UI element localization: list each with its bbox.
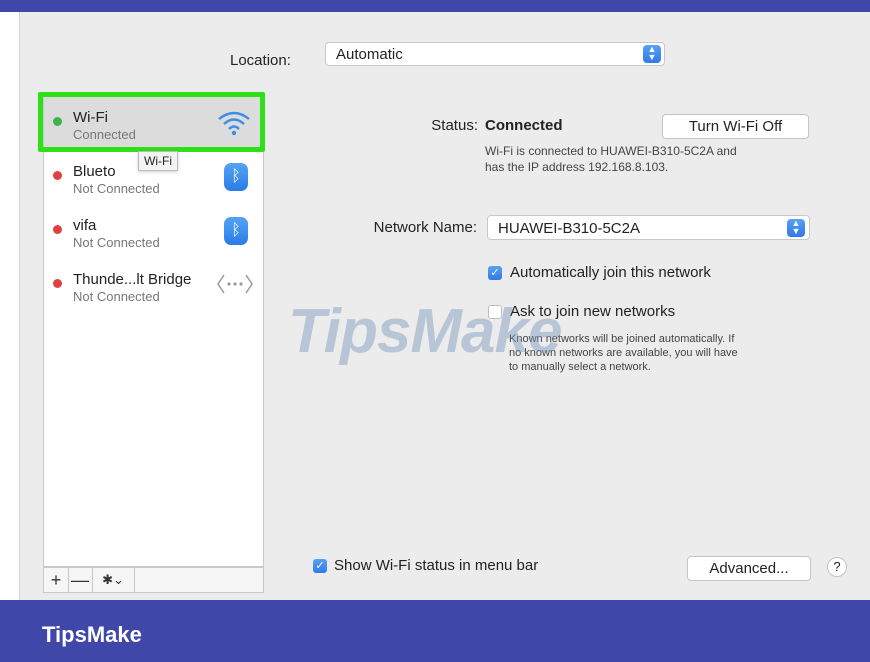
bluetooth-icon: ᛒ bbox=[224, 163, 248, 191]
status-label: Status: bbox=[431, 117, 478, 134]
status-dot-red bbox=[53, 171, 62, 180]
bluetooth-icon: ᛒ bbox=[224, 217, 248, 245]
service-state: Not Connected bbox=[73, 235, 160, 250]
watermark: TipsMake bbox=[288, 297, 562, 366]
network-stepper-icon: ▲ ▼ bbox=[787, 219, 805, 237]
show-status-label: Show Wi-Fi status in menu bar bbox=[334, 557, 539, 574]
wifi-tooltip: Wi-Fi bbox=[138, 151, 178, 171]
status-value: Connected bbox=[485, 117, 563, 134]
remove-service-button[interactable]: — bbox=[68, 568, 93, 592]
service-list-toolbar: + — ✱⌄ bbox=[43, 567, 264, 593]
footer-brand-text: TipsMake bbox=[42, 622, 142, 647]
network-name-label: Network Name: bbox=[373, 219, 477, 236]
network-name-value: HUAWEI-B310-5C2A bbox=[498, 220, 640, 237]
service-name: Blueto bbox=[73, 163, 116, 180]
auto-join-label: Automatically join this network bbox=[510, 264, 711, 281]
show-status-checkbox[interactable]: ✓ bbox=[313, 559, 327, 573]
status-description-line: Wi-Fi is connected to HUAWEI-B310-5C2A a… bbox=[485, 144, 737, 158]
gear-menu-button[interactable]: ✱⌄ bbox=[92, 568, 135, 592]
location-label: Location: bbox=[230, 52, 291, 69]
wifi-selection-highlight bbox=[38, 92, 265, 152]
auto-join-checkbox[interactable]: ✓ bbox=[488, 266, 502, 280]
help-button[interactable]: ? bbox=[827, 557, 847, 577]
thunderbolt-bridge-icon bbox=[217, 274, 253, 294]
top-brand-bar bbox=[0, 0, 870, 12]
service-name: Thunde...lt Bridge bbox=[73, 271, 192, 288]
service-item-thunderbolt-bridge[interactable]: Thunde...lt Bridge Not Connected bbox=[44, 257, 263, 311]
status-description: Wi-Fi is connected to HUAWEI-B310-5C2A a… bbox=[485, 143, 815, 175]
service-item-vifa[interactable]: vifa Not Connected ᛒ bbox=[44, 203, 263, 257]
service-state: Not Connected bbox=[73, 181, 160, 196]
status-dot-red bbox=[53, 279, 62, 288]
location-stepper-icon: ▲ ▼ bbox=[643, 45, 661, 63]
add-service-button[interactable]: + bbox=[44, 568, 69, 592]
network-name-select[interactable]: HUAWEI-B310-5C2A ▲ ▼ bbox=[487, 215, 810, 240]
turn-wifi-off-button[interactable]: Turn Wi-Fi Off bbox=[662, 114, 809, 139]
status-dot-red bbox=[53, 225, 62, 234]
location-select[interactable]: Automatic ▲ ▼ bbox=[325, 42, 665, 66]
service-name: vifa bbox=[73, 217, 97, 234]
status-description-line: has the IP address 192.168.8.103. bbox=[485, 160, 669, 174]
advanced-button[interactable]: Advanced... bbox=[687, 556, 811, 581]
location-value: Automatic bbox=[336, 46, 403, 63]
service-state: Not Connected bbox=[73, 289, 160, 304]
footer-brand-bar: TipsMake bbox=[0, 600, 870, 662]
